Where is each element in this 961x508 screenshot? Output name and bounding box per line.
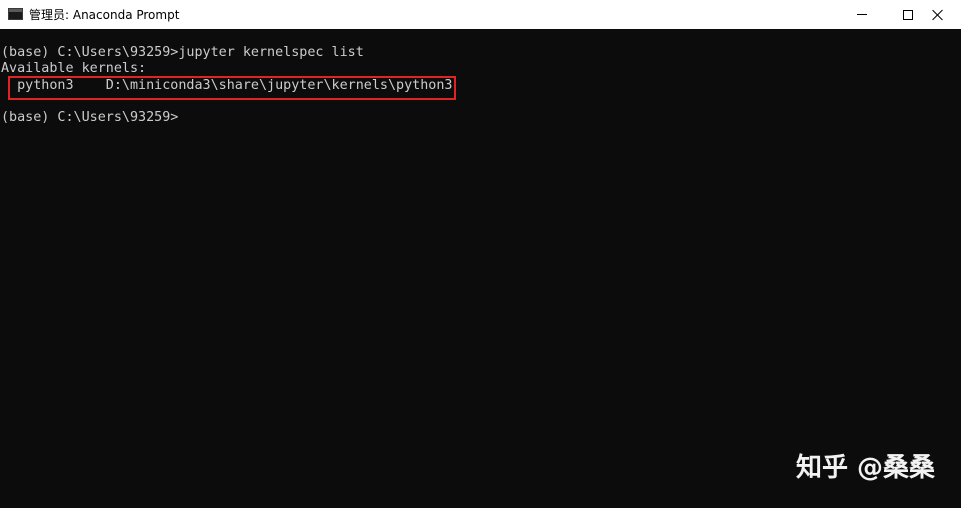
- console-output[interactable]: (base) C:\Users\93259>jupyter kernelspec…: [0, 29, 961, 508]
- close-button[interactable]: [915, 0, 961, 29]
- console-line-command: (base) C:\Users\93259>jupyter kernelspec…: [1, 45, 364, 60]
- minimize-button[interactable]: [839, 0, 885, 29]
- maximize-icon: [903, 9, 913, 20]
- window-title: 管理员: Anaconda Prompt: [29, 8, 180, 22]
- close-icon: [932, 9, 944, 21]
- anaconda-prompt-window: 管理员: Anaconda Prompt (base) C:\Users\932…: [0, 0, 961, 508]
- console-line-available-kernels: Available kernels:: [1, 61, 147, 76]
- title-bar[interactable]: 管理员: Anaconda Prompt: [0, 0, 961, 29]
- minimize-icon: [857, 14, 867, 15]
- zhihu-watermark: 知乎 @桑桑: [795, 453, 935, 483]
- console-line-prompt: (base) C:\Users\93259>: [1, 110, 179, 125]
- console-icon[interactable]: [8, 8, 23, 20]
- console-line-kernel-entry: python3 D:\miniconda3\share\jupyter\kern…: [1, 78, 453, 93]
